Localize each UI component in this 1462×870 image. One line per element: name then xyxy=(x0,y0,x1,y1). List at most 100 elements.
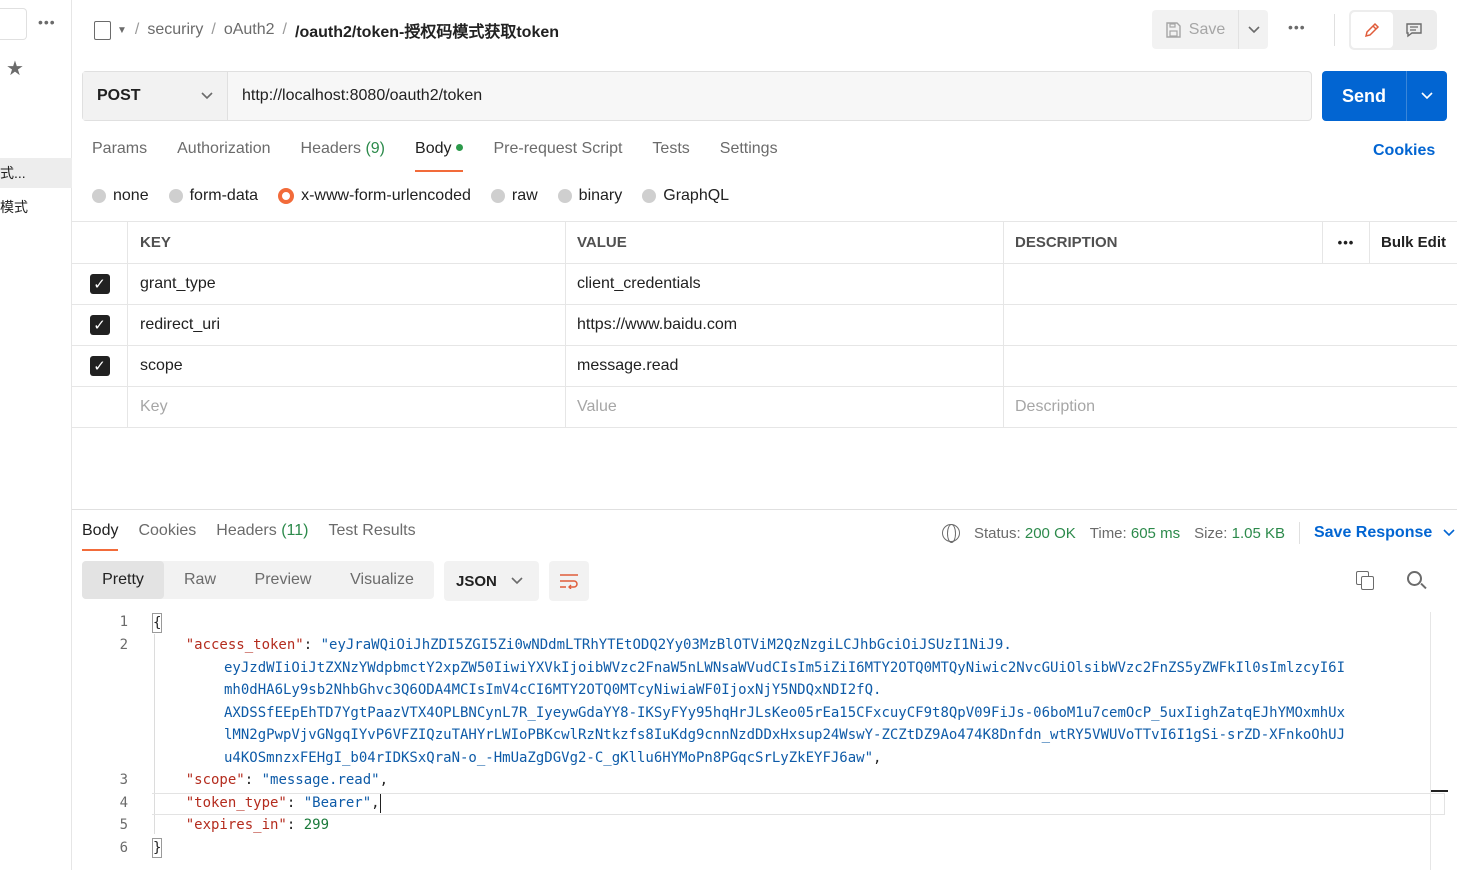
send-button[interactable]: Send xyxy=(1322,71,1406,121)
search-icon[interactable] xyxy=(1406,570,1428,592)
send-options-chevron-icon[interactable] xyxy=(1406,71,1447,121)
tab-response-cookies[interactable]: Cookies xyxy=(138,522,196,551)
star-icon[interactable]: ★ xyxy=(6,56,24,81)
radio-none[interactable]: none xyxy=(92,187,149,205)
param-description[interactable] xyxy=(1004,264,1457,304)
code-line: "expires_in": 299 xyxy=(185,817,330,833)
code-line-wrapped: mh0dHA6Ly9sb2NhbGhvc3Q6ODA4MCIsImV4cCI6M… xyxy=(224,682,882,698)
view-pretty[interactable]: Pretty xyxy=(82,561,164,599)
tab-pre-request-script[interactable]: Pre-request Script xyxy=(493,140,622,172)
sidebar-more-icon[interactable]: ••• xyxy=(38,14,56,30)
copy-icon[interactable] xyxy=(1356,571,1376,591)
editor-scrollbar[interactable] xyxy=(1430,612,1448,870)
save-options-chevron-icon[interactable] xyxy=(1238,10,1268,49)
tab-settings[interactable]: Settings xyxy=(720,140,778,172)
param-description[interactable] xyxy=(1004,305,1457,345)
request-title[interactable]: /oauth2/token-授权码模式获取token xyxy=(295,18,559,42)
breadcrumb: ▼ / securiry / oAuth2 / /oauth2/token-授权… xyxy=(94,18,559,42)
tab-response-headers[interactable]: Headers (11) xyxy=(216,522,308,551)
column-header-key: KEY xyxy=(128,222,566,263)
view-preview[interactable]: Preview xyxy=(236,561,330,599)
param-key[interactable]: redirect_uri xyxy=(128,305,566,345)
tab-body-label: Body xyxy=(415,140,452,157)
globe-icon[interactable] xyxy=(942,524,960,543)
sidebar-item-request[interactable]: 式... xyxy=(0,158,72,188)
status-label: Status: xyxy=(974,524,1021,542)
json-string: "Bearer" xyxy=(303,795,372,811)
breadcrumb-folder[interactable]: oAuth2 xyxy=(224,21,275,39)
param-value[interactable]: client_credentials xyxy=(566,264,1004,304)
table-more-icon[interactable]: ••• xyxy=(1322,222,1369,263)
bulk-edit-button[interactable]: Bulk Edit xyxy=(1369,222,1457,263)
breadcrumb-separator: / xyxy=(134,21,140,38)
tab-test-results[interactable]: Test Results xyxy=(328,522,415,551)
param-value[interactable]: message.read xyxy=(566,346,1004,386)
tab-headers-label: Headers xyxy=(300,140,361,157)
radio-binary[interactable]: binary xyxy=(557,187,622,205)
size-value[interactable]: 1.05 KB xyxy=(1232,525,1285,542)
cookies-link[interactable]: Cookies xyxy=(1373,142,1435,160)
checkbox-checked[interactable]: ✓ xyxy=(89,274,110,294)
headers-count: (9) xyxy=(365,140,386,157)
row-check-cell: ✓ xyxy=(72,264,128,304)
comments-icon[interactable] xyxy=(1393,12,1435,48)
json-string: "message.read" xyxy=(261,772,380,788)
line-number: 3 xyxy=(119,772,128,788)
more-actions-icon[interactable]: ••• xyxy=(1288,19,1306,35)
tab-body[interactable]: Body xyxy=(415,140,464,172)
radio-circle xyxy=(490,189,505,203)
format-select[interactable]: JSON xyxy=(444,561,539,601)
word-wrap-icon[interactable] xyxy=(549,561,589,601)
param-value[interactable]: https://www.baidu.com xyxy=(566,305,1004,345)
value-placeholder-input[interactable]: Value xyxy=(566,387,1004,427)
pane-divider[interactable] xyxy=(72,509,1457,510)
param-key[interactable]: scope xyxy=(128,346,566,386)
chevron-down-icon xyxy=(201,92,213,100)
table-row: ✓ scope message.read xyxy=(72,346,1457,387)
tab-response-body[interactable]: Body xyxy=(82,522,119,551)
sidebar-item-request[interactable]: 模式 xyxy=(0,192,72,222)
json-string: "eyJraWQiOiJhZDI5ZGI5Zi0wNDdmLTRhYTEtODQ… xyxy=(320,637,1012,653)
radio-label: raw xyxy=(511,187,538,204)
radio-x-www-form-urlencoded[interactable]: x-www-form-urlencoded xyxy=(278,187,471,205)
edit-pencil-icon[interactable] xyxy=(1351,12,1393,48)
response-tabs: Body Cookies Headers (11) Test Results xyxy=(82,522,416,551)
column-header-value: VALUE xyxy=(566,222,1004,263)
key-placeholder-input[interactable]: Key xyxy=(128,387,566,427)
radio-label: form-data xyxy=(189,187,259,204)
tab-authorization[interactable]: Authorization xyxy=(177,140,270,172)
response-body-editor[interactable]: 1 2 3 4 5 6 { "access_token": "eyJraWQiO… xyxy=(82,612,1445,870)
param-key[interactable]: grant_type xyxy=(128,264,566,304)
body-type-options: none form-data x-www-form-urlencoded raw… xyxy=(92,187,729,205)
sidebar-collapsed-panel[interactable] xyxy=(0,8,27,40)
table-tools: ••• Bulk Edit xyxy=(1322,222,1457,263)
response-headers-count: (11) xyxy=(281,522,309,539)
response-status-bar: Status: 200 OK Time: 605 ms Size: 1.05 K… xyxy=(942,522,1455,544)
url-input[interactable]: http://localhost:8080/oauth2/token xyxy=(228,72,1311,120)
radio-circle-selected xyxy=(278,188,295,204)
description-placeholder-input[interactable]: Description xyxy=(1004,387,1457,427)
radio-graphql[interactable]: GraphQL xyxy=(642,187,729,205)
status-value[interactable]: 200 OK xyxy=(1025,525,1076,542)
table-header-row: KEY VALUE DESCRIPTION ••• Bulk Edit xyxy=(72,222,1457,264)
caret-down-icon[interactable]: ▼ xyxy=(117,25,127,36)
save-response-button[interactable]: Save Response xyxy=(1314,524,1455,542)
tab-tests[interactable]: Tests xyxy=(652,140,689,172)
save-button[interactable]: Save xyxy=(1152,10,1238,49)
tab-headers[interactable]: Headers (9) xyxy=(301,140,386,172)
view-visualize[interactable]: Visualize xyxy=(330,561,434,599)
time-value[interactable]: 605 ms xyxy=(1131,525,1180,542)
radio-label: GraphQL xyxy=(663,187,730,204)
tab-params[interactable]: Params xyxy=(92,140,147,172)
breadcrumb-collection[interactable]: securiry xyxy=(147,21,203,39)
header-divider xyxy=(1334,14,1335,46)
checkbox-checked[interactable]: ✓ xyxy=(89,356,110,376)
radio-form-data[interactable]: form-data xyxy=(168,187,259,205)
line-number: 5 xyxy=(119,817,128,833)
radio-raw[interactable]: raw xyxy=(490,187,538,205)
view-raw[interactable]: Raw xyxy=(164,561,236,599)
copy-icon-front xyxy=(1361,576,1374,590)
param-description[interactable] xyxy=(1004,346,1457,386)
method-select[interactable]: POST xyxy=(83,72,228,120)
checkbox-checked[interactable]: ✓ xyxy=(89,315,110,335)
